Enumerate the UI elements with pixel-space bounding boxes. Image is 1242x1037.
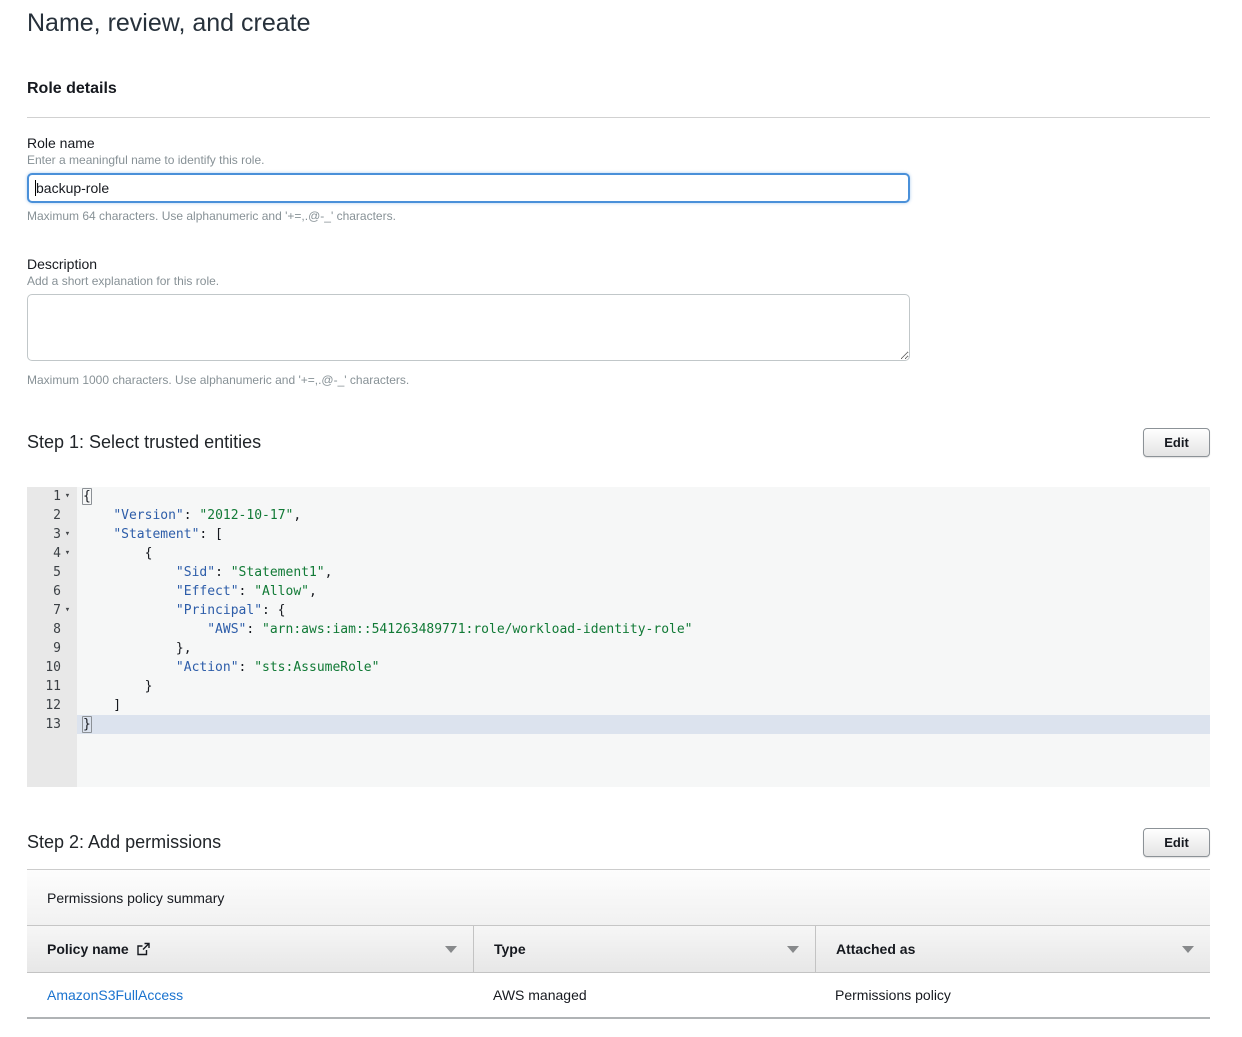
code-line: },	[77, 639, 1210, 658]
editor-gutter: 1▾23▾4▾567▾8910111213	[27, 487, 77, 787]
description-textarea[interactable]	[27, 294, 910, 361]
code-line: {	[77, 487, 1210, 506]
sort-icon[interactable]	[445, 946, 457, 953]
policy-name-header-label: Policy name	[47, 941, 129, 957]
step1-heading: Step 1: Select trusted entities	[27, 432, 261, 453]
step1-edit-button[interactable]: Edit	[1143, 428, 1210, 457]
attached-as-cell: Permissions policy	[815, 973, 1210, 1017]
attached-as-header-label: Attached as	[836, 941, 915, 957]
role-details-heading: Role details	[27, 80, 1210, 98]
external-link-icon	[136, 942, 150, 956]
page-title: Name, review, and create	[27, 0, 1210, 37]
policy-editor[interactable]: 1▾23▾4▾567▾8910111213 { "Version": "2012…	[27, 487, 1210, 787]
table-header-row: Policy name Type Attached as	[27, 926, 1210, 973]
code-line: "Version": "2012-10-17",	[77, 506, 1210, 525]
type-header-label: Type	[494, 941, 526, 957]
code-line: ]	[77, 696, 1210, 715]
column-header-type[interactable]: Type	[473, 926, 815, 972]
code-line: "AWS": "arn:aws:iam::541263489771:role/w…	[77, 620, 1210, 639]
gutter-line: 12	[27, 696, 77, 715]
fold-arrow-icon[interactable]: ▾	[61, 525, 74, 544]
gutter-line: 1▾	[27, 487, 77, 506]
gutter-line: 11	[27, 677, 77, 696]
editor-code: { "Version": "2012-10-17", "Statement": …	[77, 487, 1210, 787]
role-name-input-wrap	[27, 173, 910, 203]
gutter-line: 8	[27, 620, 77, 639]
code-line: }	[77, 715, 1210, 734]
table-row: AmazonS3FullAccess AWS managed Permissio…	[27, 973, 1210, 1017]
column-header-policy-name[interactable]: Policy name	[27, 926, 473, 972]
gutter-line: 7▾	[27, 601, 77, 620]
step2-edit-button[interactable]: Edit	[1143, 828, 1210, 857]
gutter-line: 13	[27, 715, 77, 734]
gutter-line: 5	[27, 563, 77, 582]
code-line: "Action": "sts:AssumeRole"	[77, 658, 1210, 677]
gutter-line: 10	[27, 658, 77, 677]
code-line: "Statement": [	[77, 525, 1210, 544]
gutter-line: 9	[27, 639, 77, 658]
sort-icon[interactable]	[787, 946, 799, 953]
column-header-attached-as[interactable]: Attached as	[815, 926, 1210, 972]
gutter-line: 3▾	[27, 525, 77, 544]
policy-name-cell: AmazonS3FullAccess	[27, 973, 473, 1017]
gutter-line: 2	[27, 506, 77, 525]
description-constraint: Maximum 1000 characters. Use alphanumeri…	[27, 373, 1210, 387]
sort-icon[interactable]	[1182, 946, 1194, 953]
code-line: {	[77, 544, 1210, 563]
panel-title: Permissions policy summary	[27, 870, 1210, 926]
section-divider	[27, 117, 1210, 118]
description-help: Add a short explanation for this role.	[27, 274, 1210, 288]
step2-heading: Step 2: Add permissions	[27, 832, 221, 853]
step1-header-row: Step 1: Select trusted entities Edit	[27, 428, 1210, 457]
step2-header-row: Step 2: Add permissions Edit	[27, 828, 1210, 857]
role-name-help: Enter a meaningful name to identify this…	[27, 153, 1210, 167]
code-line: "Principal": {	[77, 601, 1210, 620]
gutter-line: 4▾	[27, 544, 77, 563]
role-name-input[interactable]	[27, 173, 910, 203]
role-name-constraint: Maximum 64 characters. Use alphanumeric …	[27, 209, 1210, 223]
permissions-summary-panel: Permissions policy summary Policy name	[27, 869, 1210, 1019]
policy-type-cell: AWS managed	[473, 973, 815, 1017]
fold-arrow-icon[interactable]: ▾	[61, 544, 74, 563]
fold-arrow-icon[interactable]: ▾	[61, 601, 74, 620]
text-caret	[35, 180, 36, 196]
fold-arrow-icon[interactable]: ▾	[61, 487, 74, 506]
gutter-line: 6	[27, 582, 77, 601]
code-line: "Effect": "Allow",	[77, 582, 1210, 601]
policy-name-link[interactable]: AmazonS3FullAccess	[47, 987, 183, 1003]
code-line: "Sid": "Statement1",	[77, 563, 1210, 582]
code-line: }	[77, 677, 1210, 696]
role-name-label: Role name	[27, 135, 1210, 151]
description-label: Description	[27, 256, 1210, 272]
